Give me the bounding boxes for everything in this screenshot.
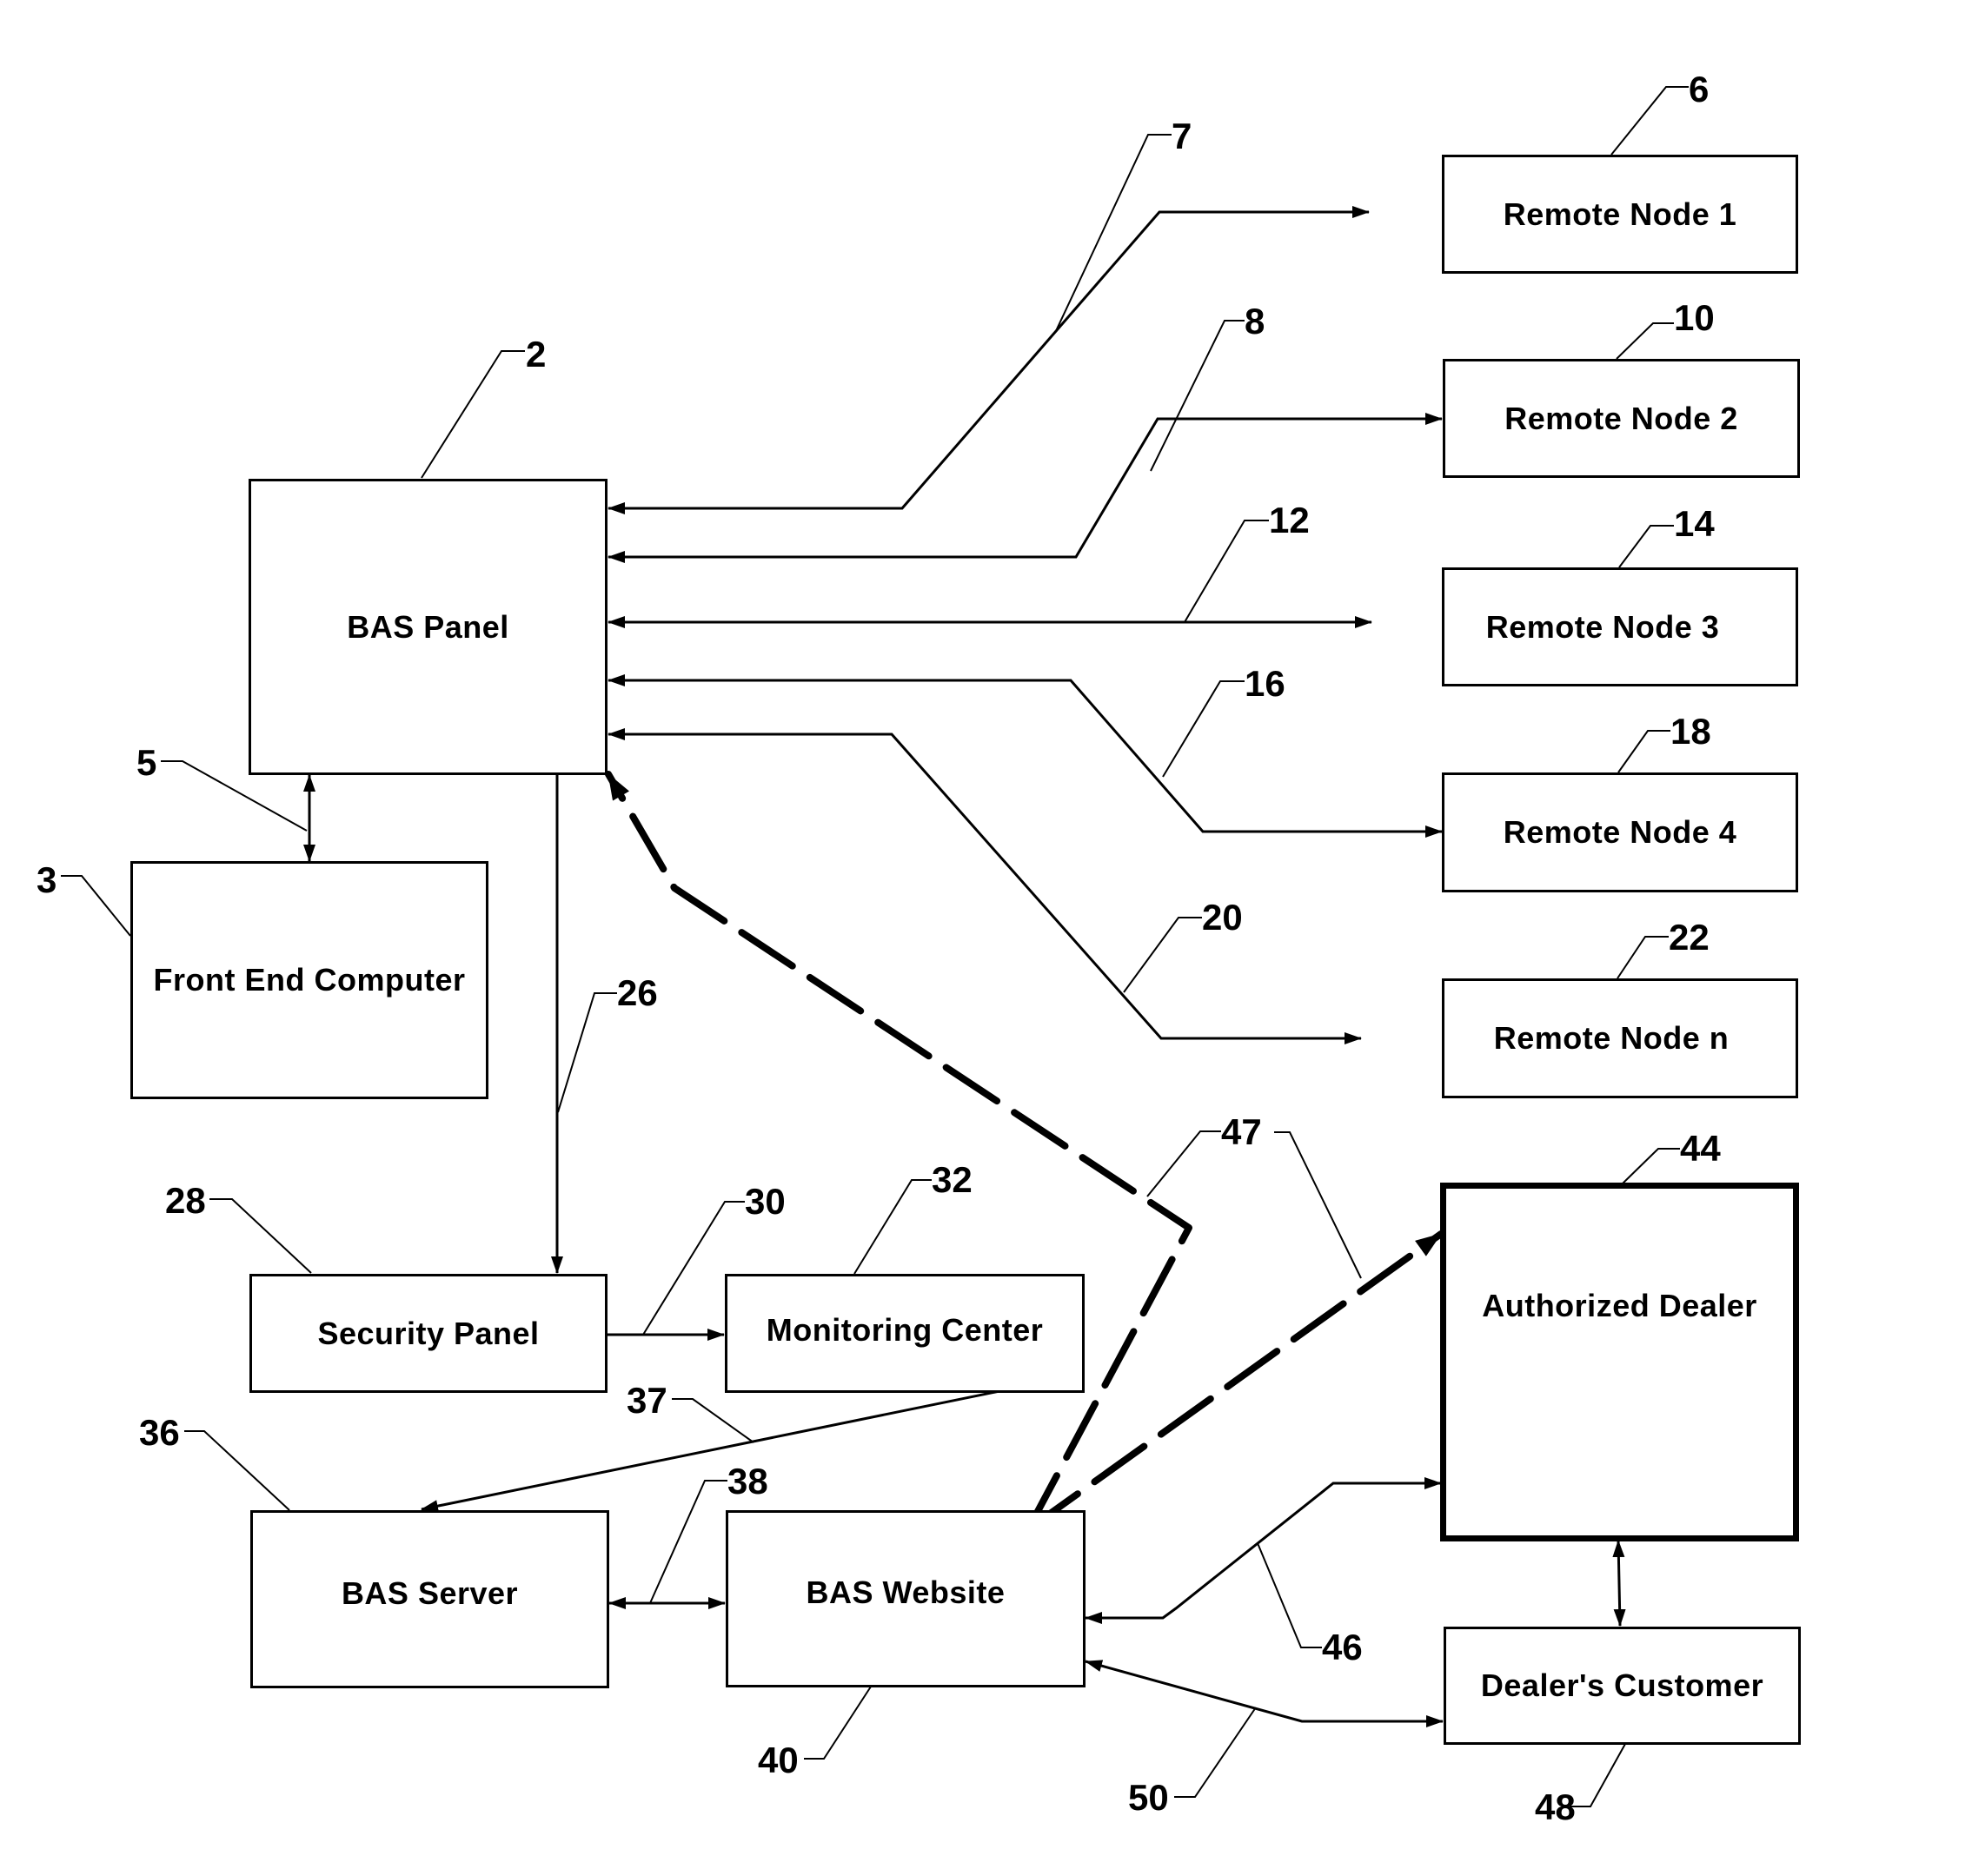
ref-2: 2	[526, 334, 547, 375]
authorized-dealer-label: Authorized Dealer	[1482, 1287, 1757, 1323]
ref-6: 6	[1689, 69, 1710, 109]
leader-38	[649, 1480, 727, 1604]
dealers-customer-box: Dealer's Customer	[1444, 1627, 1801, 1745]
leader-14	[1618, 525, 1674, 568]
leader-40	[804, 1686, 872, 1760]
remote-node-1-label: Remote Node 1	[1503, 196, 1737, 232]
leader-8	[1150, 320, 1245, 472]
remote-node-n-box: Remote Node n	[1442, 978, 1798, 1098]
bas-website-box: BAS Website	[726, 1510, 1086, 1687]
bas-server-label: BAS Server	[341, 1574, 519, 1611]
remote-node-2-label: Remote Node 2	[1504, 400, 1738, 436]
ref-5: 5	[136, 742, 157, 783]
ref-36: 36	[139, 1412, 180, 1453]
diagram-canvas: BAS Panel Front End Computer Remote Node…	[0, 0, 1972, 1876]
ref-18: 18	[1670, 711, 1711, 752]
connector-16	[608, 674, 1443, 838]
connector-8	[608, 413, 1443, 563]
connector-47	[605, 771, 1444, 1533]
ref-30: 30	[745, 1181, 786, 1222]
ref-47: 47	[1221, 1111, 1262, 1152]
ref-20: 20	[1202, 897, 1243, 938]
ref-10: 10	[1674, 297, 1715, 338]
leader-16	[1162, 680, 1245, 778]
ref-46: 46	[1322, 1627, 1363, 1667]
remote-node-3-label: Remote Node 3	[1485, 608, 1720, 645]
ref-22: 22	[1669, 917, 1710, 958]
dealers-customer-label: Dealer's Customer	[1480, 1667, 1764, 1703]
leader-26	[557, 992, 617, 1113]
security-panel-box: Security Panel	[249, 1274, 608, 1393]
ref-38: 38	[727, 1461, 768, 1501]
connector-46	[1085, 1477, 1442, 1624]
monitoring-center-box: Monitoring Center	[725, 1274, 1085, 1393]
leader-48	[1570, 1743, 1626, 1807]
ref-3: 3	[37, 859, 57, 900]
bas-panel-box: BAS Panel	[249, 479, 608, 775]
remote-node-n-label: Remote Node n	[1493, 1020, 1730, 1056]
remote-node-2-box: Remote Node 2	[1443, 359, 1800, 478]
connector-dealer-customer	[1612, 1540, 1626, 1627]
leader-6	[1610, 86, 1689, 156]
connector-50	[1085, 1660, 1444, 1727]
ref-44: 44	[1680, 1128, 1721, 1169]
ref-32: 32	[932, 1159, 973, 1200]
leader-18	[1617, 730, 1670, 773]
ref-16: 16	[1245, 663, 1285, 704]
leader-20	[1123, 917, 1202, 993]
ref-48: 48	[1535, 1787, 1576, 1827]
front-end-computer-box: Front End Computer	[130, 861, 488, 1099]
ref-14: 14	[1674, 503, 1715, 544]
leader-50	[1174, 1707, 1257, 1798]
leader-47a	[1146, 1130, 1221, 1197]
front-end-computer-label: Front End Computer	[153, 962, 466, 998]
ref-12: 12	[1269, 500, 1310, 540]
remote-node-4-label: Remote Node 4	[1503, 814, 1737, 850]
remote-node-1-box: Remote Node 1	[1442, 155, 1798, 274]
ref-37: 37	[627, 1380, 667, 1421]
connector-37	[421, 1389, 1024, 1513]
leader-28	[209, 1198, 312, 1274]
leader-44	[1622, 1148, 1680, 1184]
bas-server-box: BAS Server	[250, 1510, 609, 1688]
ref-40: 40	[758, 1740, 799, 1780]
leader-12	[1184, 520, 1269, 623]
leader-37	[672, 1398, 754, 1443]
connector-20	[608, 728, 1362, 1044]
remote-node-3-box: Remote Node 3	[1442, 567, 1798, 686]
authorized-dealer-box: Authorized Dealer	[1440, 1183, 1799, 1541]
ref-28: 28	[165, 1180, 206, 1221]
monitoring-center-label: Monitoring Center	[766, 1311, 1044, 1348]
leader-46	[1257, 1542, 1322, 1648]
leader-22	[1617, 936, 1669, 979]
leader-32	[853, 1179, 932, 1275]
leader-3	[61, 875, 131, 937]
connector-7	[608, 206, 1370, 514]
leader-47b	[1274, 1131, 1362, 1279]
bas-website-label: BAS Website	[806, 1574, 1006, 1610]
leader-2	[421, 350, 525, 479]
remote-node-4-box: Remote Node 4	[1442, 772, 1798, 892]
ref-7: 7	[1172, 116, 1192, 156]
ref-50: 50	[1128, 1777, 1169, 1818]
security-panel-label: Security Panel	[317, 1315, 540, 1351]
leader-36	[184, 1430, 290, 1511]
bas-panel-label: BAS Panel	[347, 608, 509, 645]
ref-8: 8	[1245, 301, 1265, 341]
leader-7	[1054, 134, 1172, 334]
leader-10	[1616, 322, 1674, 360]
ref-26: 26	[617, 972, 658, 1013]
